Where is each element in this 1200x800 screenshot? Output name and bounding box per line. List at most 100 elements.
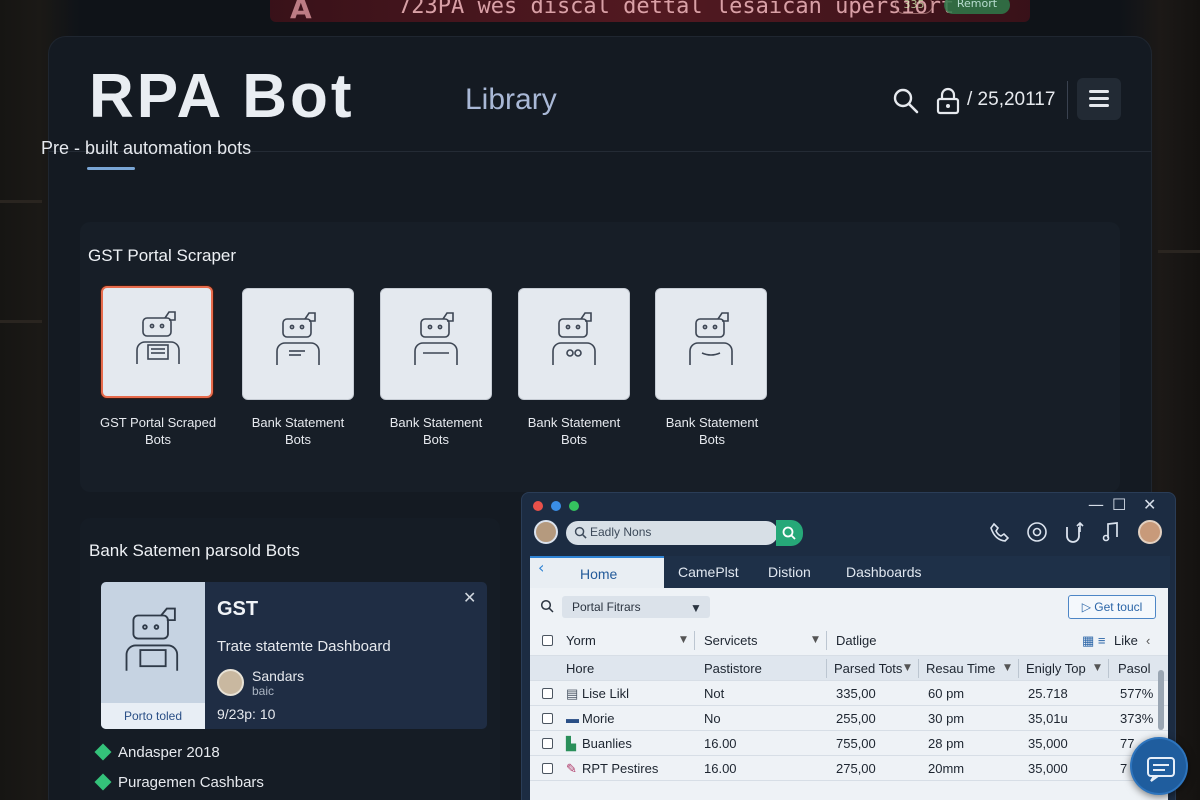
get-button[interactable]: ▷ Get toucl xyxy=(1068,595,1156,619)
chevron-left-icon[interactable]: ‹ xyxy=(538,558,544,590)
menu-button[interactable] xyxy=(1077,78,1121,120)
search-icon[interactable] xyxy=(540,599,554,613)
file-icon: ▤ xyxy=(566,686,579,701)
column-header[interactable]: Pastistore xyxy=(704,661,762,676)
column-header[interactable]: Hore xyxy=(566,661,594,676)
chat-button[interactable] xyxy=(1130,737,1188,795)
bot-card-gst[interactable] xyxy=(101,286,213,398)
maximize-dot[interactable] xyxy=(569,501,579,511)
chevron-down-icon: ▼ xyxy=(690,601,702,615)
upload-icon[interactable] xyxy=(1063,521,1085,543)
search-button[interactable] xyxy=(776,520,803,546)
subtitle-underline xyxy=(87,167,135,170)
banner-pill: 335 xyxy=(895,0,933,14)
column-divider xyxy=(1108,659,1109,678)
close-icon[interactable]: ✕ xyxy=(463,588,476,607)
table-row[interactable]: ▙ Buanlies 16.00 755,00 28 pm 35,000 77 xyxy=(530,731,1168,756)
list-item[interactable]: Andasper 2018 xyxy=(94,743,220,761)
row-checkbox[interactable] xyxy=(542,738,553,749)
tab-dashboards[interactable]: Dashboards xyxy=(846,556,922,588)
table-row[interactable]: ▤ Lise Likl Not 335,00 60 pm 25.718 577% xyxy=(530,681,1168,706)
columns-icon[interactable]: ▦ ≡ xyxy=(1082,633,1105,649)
search-placeholder: Eadly Nons xyxy=(590,525,652,539)
music-icon[interactable] xyxy=(1100,521,1122,543)
row-status: No xyxy=(704,711,721,726)
chevron-down-icon[interactable]: ▼ xyxy=(812,635,819,645)
toolbar-col[interactable]: Datlige xyxy=(836,633,876,648)
row-parsed: 755,00 xyxy=(836,736,876,751)
row-name: Buanlies xyxy=(582,736,632,751)
settings-icon[interactable] xyxy=(1026,521,1048,543)
gst-card[interactable]: Porto toled GST Trate statemte Dashboard… xyxy=(101,582,487,729)
filter-dropdown[interactable]: Portal Fitrars ▼ xyxy=(562,596,710,618)
banner-button: Remort xyxy=(944,0,1010,14)
chevron-down-icon[interactable]: ▼ xyxy=(1004,663,1011,673)
bot-card-bank-2[interactable] xyxy=(380,288,492,400)
table-row[interactable]: ▬ Morie No 255,00 30 pm 35,01u 373% xyxy=(530,706,1168,731)
close-dot[interactable] xyxy=(533,501,543,511)
phone-icon[interactable] xyxy=(989,521,1011,543)
column-header[interactable]: Enigly Top xyxy=(1026,661,1086,676)
bot-label-line: Bank Statement xyxy=(665,415,759,430)
bot-card-bank-3[interactable] xyxy=(518,288,630,400)
avatar[interactable] xyxy=(534,520,558,544)
card-description: Trate statemte Dashboard xyxy=(217,638,391,655)
bot-count: / 25,20117 xyxy=(967,89,1056,110)
card-title: GST xyxy=(217,598,259,620)
row-name: Lise Likl xyxy=(582,686,629,701)
diamond-icon xyxy=(94,773,112,791)
column-header[interactable]: Resau Time xyxy=(926,661,995,676)
column-divider xyxy=(826,631,827,650)
play-icon: ▷ xyxy=(1081,600,1095,614)
chevron-down-icon[interactable]: ▼ xyxy=(680,635,687,645)
section-title: Library xyxy=(465,83,557,116)
bookshelf xyxy=(0,320,42,323)
bot-label-line: Bots xyxy=(698,432,725,447)
bot-label: Bank Statement Bots xyxy=(228,414,368,448)
toolbar-col[interactable]: Servicets xyxy=(704,633,757,648)
diamond-icon xyxy=(94,743,112,761)
scrollbar[interactable] xyxy=(1158,670,1164,730)
chart-icon: ▙ xyxy=(566,736,576,751)
tab-cameplst[interactable]: CamePlst xyxy=(678,556,739,588)
window-maximize-icon[interactable]: ☐ xyxy=(1112,495,1126,514)
column-header[interactable]: Parsed Tots xyxy=(834,661,902,676)
bot-label-line: Bots xyxy=(422,432,449,447)
row-time: 28 pm xyxy=(928,736,965,751)
tab-home[interactable]: ‹ Home xyxy=(530,556,664,588)
like-label[interactable]: Like xyxy=(1114,633,1138,648)
search-input[interactable]: Eadly Nons xyxy=(566,521,778,545)
row-pct: 373% xyxy=(1120,711,1154,726)
chevron-down-icon[interactable]: ▼ xyxy=(1094,663,1101,673)
window-close-icon[interactable]: ✕ xyxy=(1143,495,1156,514)
row-pct: 577% xyxy=(1120,686,1154,701)
window-minimize-icon[interactable]: — xyxy=(1088,495,1104,514)
filter-value: Portal Fitrars xyxy=(572,600,641,614)
robot-icon xyxy=(276,312,320,365)
list-item-label: Puragemen Cashbars xyxy=(118,774,264,791)
row-checkbox[interactable] xyxy=(542,763,553,774)
row-checkbox[interactable] xyxy=(542,688,553,699)
table-row[interactable]: ✎ RPT Pestires 16.00 275,00 20mm 35,000 … xyxy=(530,756,1168,781)
table-header: Hore Pastistore Parsed Tots ▼ Resau Time… xyxy=(530,656,1168,681)
tab-distion[interactable]: Distion xyxy=(768,556,811,588)
chevron-down-icon[interactable]: ▼ xyxy=(904,663,911,673)
robot-icon xyxy=(414,312,458,365)
lock-icon[interactable] xyxy=(935,87,961,115)
bot-card-bank-1[interactable] xyxy=(242,288,354,400)
bookshelf xyxy=(0,200,42,203)
bot-label: Bank Statement Bots xyxy=(642,414,782,448)
bot-card-bank-4[interactable] xyxy=(655,288,767,400)
chevron-left-icon[interactable]: ‹ xyxy=(1146,633,1150,648)
robot-icon xyxy=(689,312,733,365)
toolbar-col[interactable]: Yorm xyxy=(566,633,596,648)
search-icon[interactable] xyxy=(892,87,920,115)
list-item[interactable]: Puragemen Cashbars xyxy=(94,773,264,791)
avatar[interactable] xyxy=(1138,520,1162,544)
row-checkbox[interactable] xyxy=(542,713,553,724)
column-header[interactable]: Pasol xyxy=(1118,661,1151,676)
bot-label: Bank Statement Bots xyxy=(366,414,506,448)
row-parsed: 335,00 xyxy=(836,686,876,701)
select-all-checkbox[interactable] xyxy=(542,635,553,646)
minimize-dot[interactable] xyxy=(551,501,561,511)
